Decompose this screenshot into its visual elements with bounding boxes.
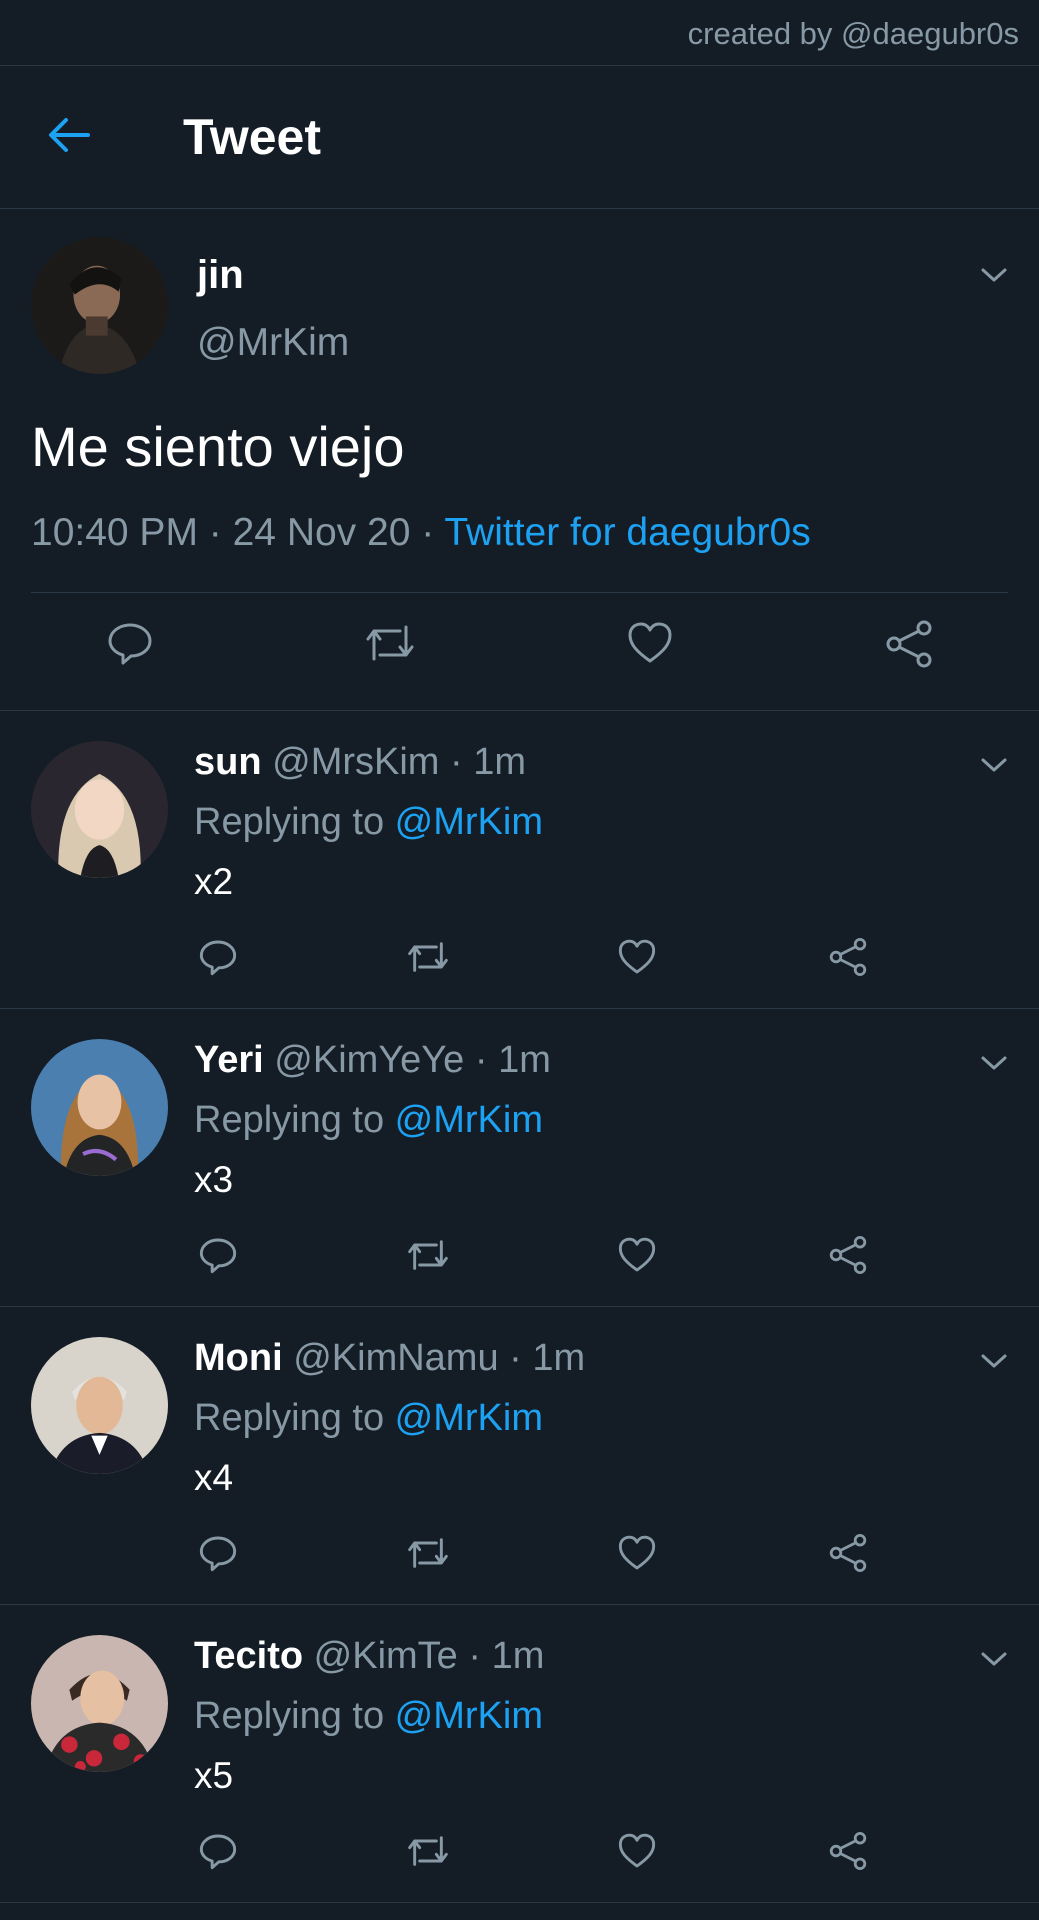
divider	[31, 592, 1008, 593]
reply-icon[interactable]	[198, 1533, 238, 1573]
reply-author-handle[interactable]: @KimTe	[314, 1635, 458, 1677]
replying-prefix: Replying to	[194, 1099, 395, 1141]
replying-to: Replying to @MrKim	[194, 801, 543, 844]
reply-tweet[interactable]: Moni @KimNamu · 1m Replying to @MrKim x4	[0, 1307, 1039, 1605]
retweet-icon[interactable]	[362, 619, 418, 667]
share-icon[interactable]	[828, 1831, 868, 1871]
watermark-text: created by @daegubr0s	[687, 16, 1019, 51]
reply-icon[interactable]	[198, 937, 238, 977]
avatar[interactable]	[31, 741, 168, 878]
page-title: Tweet	[183, 109, 321, 165]
avatar[interactable]	[31, 1337, 168, 1474]
tweet-source-link[interactable]: Twitter for daegubr0s	[444, 511, 810, 554]
author-name[interactable]: jin	[197, 253, 244, 298]
author-handle[interactable]: @MrKim	[197, 321, 349, 365]
tweet-time: 10:40 PM	[31, 511, 198, 554]
retweet-icon[interactable]	[404, 937, 452, 977]
reply-text: x2	[194, 861, 234, 902]
reply-author-name[interactable]: Tecito	[194, 1635, 303, 1677]
meta-separator: ·	[197, 511, 233, 554]
reply-time: 1m	[498, 1039, 551, 1081]
main-tweet: jin @MrKim Me siento viejo 10:40 PM · 24…	[0, 209, 1039, 711]
reply-actions	[0, 1231, 1039, 1281]
reply-time: 1m	[532, 1337, 586, 1379]
chevron-down-icon[interactable]	[979, 265, 1009, 285]
share-icon[interactable]	[828, 1235, 868, 1275]
reply-text: x4	[194, 1457, 234, 1498]
reply-actions	[0, 933, 1039, 983]
reply-icon[interactable]	[106, 619, 154, 667]
reply-time: 1m	[491, 1635, 545, 1677]
reply-tweet[interactable]: Tecito @KimTe · 1m Replying to @MrKim x5	[0, 1605, 1039, 1903]
chevron-down-icon[interactable]	[979, 1649, 1009, 1669]
reply-tweet[interactable]: Yeri @KimYeYe · 1m Replying to @MrKim x3	[0, 1009, 1039, 1307]
reply-header: sun @MrsKim · 1m	[194, 741, 526, 784]
reply-author-handle[interactable]: @KimNamu	[293, 1337, 498, 1379]
reply-icon[interactable]	[198, 1831, 238, 1871]
meta-separator: ·	[439, 741, 474, 783]
meta-separator: ·	[464, 1039, 499, 1081]
tweet-text: Me siento viejo	[31, 415, 405, 478]
back-arrow-icon[interactable]	[44, 110, 94, 160]
mention-link[interactable]: @MrKim	[395, 1099, 543, 1141]
reply-author-handle[interactable]: @MrsKim	[272, 741, 439, 783]
retweet-icon[interactable]	[404, 1235, 452, 1275]
replying-prefix: Replying to	[194, 1397, 395, 1439]
mention-link[interactable]: @MrKim	[395, 1695, 543, 1737]
retweet-icon[interactable]	[404, 1533, 452, 1573]
meta-separator: ·	[410, 511, 445, 554]
reply-actions	[0, 1827, 1039, 1877]
reply-header: Tecito @KimTe · 1m	[194, 1635, 544, 1678]
like-icon[interactable]	[617, 1235, 657, 1275]
reply-author-handle[interactable]: @KimYeYe	[274, 1039, 464, 1081]
replying-to: Replying to @MrKim	[194, 1397, 543, 1440]
reply-icon[interactable]	[198, 1235, 238, 1275]
reply-time: 1m	[473, 741, 527, 783]
reply-tweet[interactable]: sun @MrsKim · 1m Replying to @MrKim x2	[0, 711, 1039, 1009]
top-app-bar: Tweet	[0, 66, 1039, 209]
meta-separator: ·	[457, 1635, 492, 1677]
reply-author-name[interactable]: Yeri	[194, 1039, 264, 1081]
watermark-bar: created by @daegubr0s	[0, 0, 1039, 66]
mention-link[interactable]: @MrKim	[395, 1397, 543, 1439]
reply-text: x5	[194, 1755, 234, 1796]
like-icon[interactable]	[626, 619, 674, 667]
share-icon[interactable]	[828, 937, 868, 977]
reply-author-name[interactable]: Moni	[194, 1337, 283, 1379]
like-icon[interactable]	[617, 1831, 657, 1871]
share-icon[interactable]	[828, 1533, 868, 1573]
tweet-date: 24 Nov 20	[232, 511, 411, 554]
reply-header: Yeri @KimYeYe · 1m	[194, 1039, 551, 1082]
replying-prefix: Replying to	[194, 1695, 395, 1737]
reply-author-name[interactable]: sun	[194, 741, 262, 783]
chevron-down-icon[interactable]	[979, 1351, 1009, 1371]
avatar[interactable]	[31, 1635, 168, 1772]
replying-to: Replying to @MrKim	[194, 1695, 543, 1738]
share-icon[interactable]	[884, 619, 934, 669]
avatar[interactable]	[31, 237, 168, 374]
chevron-down-icon[interactable]	[979, 1053, 1009, 1073]
meta-separator: ·	[498, 1337, 533, 1379]
avatar[interactable]	[31, 1039, 168, 1176]
mention-link[interactable]: @MrKim	[395, 801, 543, 843]
tweet-actions	[0, 619, 1039, 689]
like-icon[interactable]	[617, 1533, 657, 1573]
retweet-icon[interactable]	[404, 1831, 452, 1871]
tweet-meta: 10:40 PM · 24 Nov 20 · Twitter for daegu…	[31, 511, 811, 555]
like-icon[interactable]	[617, 937, 657, 977]
reply-actions	[0, 1529, 1039, 1579]
chevron-down-icon[interactable]	[979, 755, 1009, 775]
replying-to: Replying to @MrKim	[194, 1099, 543, 1142]
reply-header: Moni @KimNamu · 1m	[194, 1337, 585, 1380]
reply-text: x3	[194, 1159, 234, 1200]
replying-prefix: Replying to	[194, 801, 395, 843]
